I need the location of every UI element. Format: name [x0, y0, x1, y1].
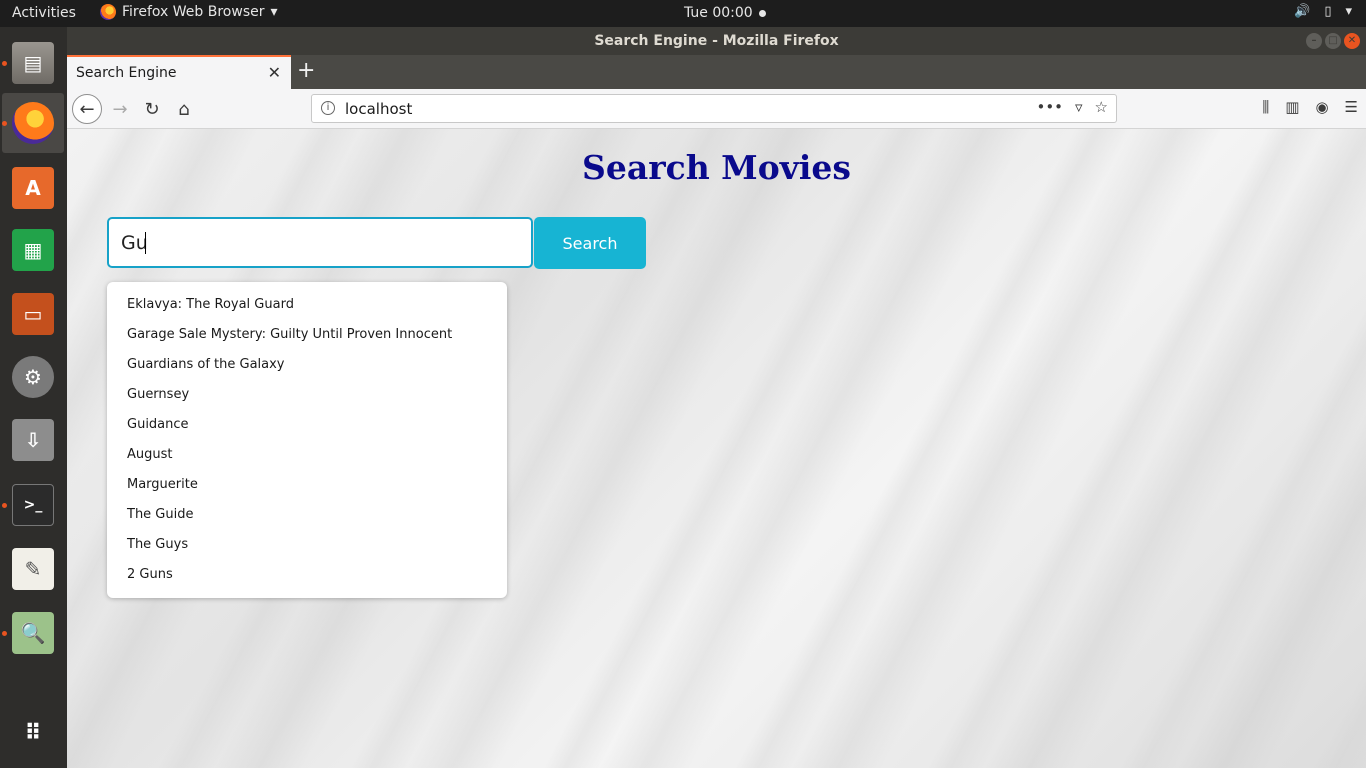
launcher-dock: ▤ A ▦ ▭ ⚙ ⇩ >_ ✎ 🔍 ⠿	[0, 27, 67, 768]
window-titlebar[interactable]: Search Engine - Mozilla Firefox – □ ✕	[67, 27, 1366, 55]
maximize-button[interactable]: □	[1325, 33, 1341, 49]
pocket-icon[interactable]: ▿	[1075, 98, 1083, 116]
page-title: Search Movies	[582, 148, 851, 187]
suggestion-item[interactable]: Eklavya: The Royal Guard	[107, 292, 507, 322]
presentation-icon: ▭	[12, 293, 54, 335]
url-bar[interactable]: i localhost ••• ▿ ☆	[311, 94, 1117, 123]
dock-calc[interactable]: ▦	[2, 220, 64, 280]
sidebar-icon[interactable]: ▥	[1285, 98, 1299, 116]
activities-button[interactable]: Activities	[12, 5, 76, 21]
web-content: Search Movies Search Eklavya: The Royal …	[67, 129, 1366, 768]
hamburger-menu-icon[interactable]: ☰	[1345, 98, 1358, 116]
window-title: Search Engine - Mozilla Firefox	[594, 33, 839, 49]
dock-impress[interactable]: ▭	[2, 284, 64, 344]
suggestion-item[interactable]: 2 Guns	[107, 562, 507, 592]
dock-terminal[interactable]: >_	[2, 475, 64, 535]
suggestion-item[interactable]: Garage Sale Mystery: Guilty Until Proven…	[107, 322, 507, 352]
chevron-down-icon: ▾	[1345, 4, 1352, 19]
autocomplete-list: Eklavya: The Royal Guard Garage Sale Mys…	[107, 282, 507, 598]
software-center-icon: A	[12, 167, 54, 209]
search-button[interactable]: Search	[534, 217, 646, 269]
home-button[interactable]: ⌂	[169, 94, 199, 124]
app-menu[interactable]: Firefox Web Browser ▾	[100, 4, 278, 20]
window-controls: – □ ✕	[1306, 33, 1360, 49]
chevron-down-icon: ▾	[270, 4, 278, 20]
new-tab-button[interactable]: +	[297, 58, 315, 83]
volume-icon: 🔊	[1294, 4, 1311, 19]
suggestion-item[interactable]: Guidance	[107, 412, 507, 442]
tab-title: Search Engine	[76, 65, 177, 81]
forward-button[interactable]: →	[105, 94, 135, 124]
text-caret	[145, 232, 146, 254]
suggestion-item[interactable]: August	[107, 442, 507, 472]
app-menu-label: Firefox Web Browser	[122, 4, 265, 20]
running-indicator	[2, 631, 7, 636]
firefox-icon	[12, 102, 54, 144]
reload-button[interactable]: ↻	[137, 94, 167, 124]
running-indicator	[2, 121, 7, 126]
dock-firefox[interactable]	[2, 93, 64, 153]
suggestion-item[interactable]: Guardians of the Galaxy	[107, 352, 507, 382]
navigation-toolbar: ← → ↻ ⌂ i localhost ••• ▿ ☆ ⫼ ▥ ◉ ☰	[67, 89, 1366, 129]
image-viewer-icon: 🔍	[12, 612, 54, 654]
battery-icon: ▯	[1324, 4, 1332, 19]
terminal-icon: >_	[12, 484, 54, 526]
spreadsheet-icon: ▦	[12, 229, 54, 271]
dock-files[interactable]: ▤	[2, 33, 64, 93]
library-icon[interactable]: ⫼	[1262, 98, 1269, 116]
minimize-button[interactable]: –	[1306, 33, 1322, 49]
suggestion-item[interactable]: Guernsey	[107, 382, 507, 412]
text-editor-icon: ✎	[12, 548, 54, 590]
system-tray[interactable]: 🔊 ▯ ▾	[1294, 4, 1352, 19]
suggestion-item[interactable]: Marguerite	[107, 472, 507, 502]
show-applications[interactable]: ⠿	[2, 703, 64, 763]
clock-label: Tue 00:00	[684, 5, 753, 21]
clock[interactable]: Tue 00:00	[684, 5, 766, 21]
back-button[interactable]: ←	[72, 94, 102, 124]
top-panel: Activities Firefox Web Browser ▾ Tue 00:…	[0, 0, 1366, 27]
info-icon[interactable]: i	[321, 101, 335, 115]
running-indicator	[2, 503, 7, 508]
suggestion-item[interactable]: The Guide	[107, 502, 507, 532]
search-input[interactable]	[107, 217, 533, 268]
dock-installer[interactable]: ⇩	[2, 410, 64, 470]
firefox-icon	[100, 4, 116, 20]
close-icon[interactable]: ✕	[268, 63, 281, 82]
url-actions: ••• ▿ ☆	[1036, 98, 1108, 116]
account-icon[interactable]: ◉	[1315, 98, 1328, 116]
tab-search-engine[interactable]: Search Engine ✕	[67, 55, 291, 89]
running-indicator	[2, 61, 7, 66]
close-button[interactable]: ✕	[1344, 33, 1360, 49]
dock-settings[interactable]: ⚙	[2, 347, 64, 407]
dock-text-editor[interactable]: ✎	[2, 539, 64, 599]
toolbar-right: ⫼ ▥ ◉ ☰	[1262, 98, 1358, 116]
tab-strip: Search Engine ✕ +	[67, 55, 1366, 89]
download-icon: ⇩	[12, 419, 54, 461]
suggestion-item[interactable]: The Guys	[107, 532, 507, 562]
bookmark-star-icon[interactable]: ☆	[1095, 98, 1108, 116]
dock-software[interactable]: A	[2, 158, 64, 218]
url-text: localhost	[345, 100, 413, 118]
app-grid-icon: ⠿	[24, 720, 42, 746]
page-actions-icon[interactable]: •••	[1036, 98, 1063, 116]
settings-icon: ⚙	[12, 356, 54, 398]
dock-image-viewer[interactable]: 🔍	[2, 603, 64, 663]
file-cabinet-icon: ▤	[12, 42, 54, 84]
notification-dot-icon	[758, 9, 766, 17]
